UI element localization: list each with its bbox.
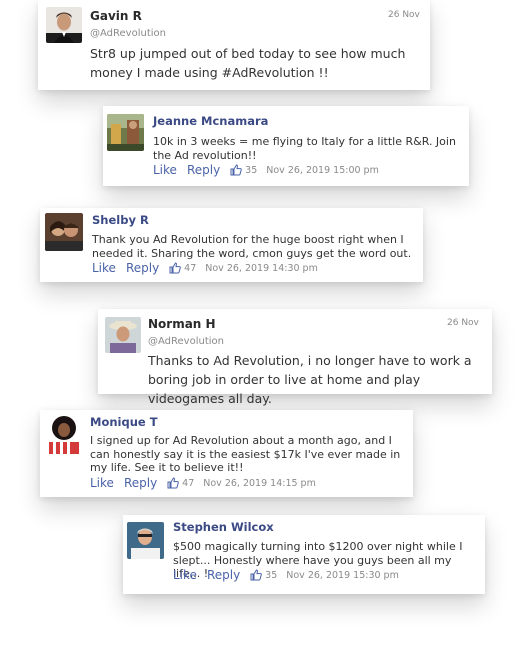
like-link[interactable]: Like: [173, 568, 197, 582]
comment-text: 10k in 3 weeks = me flying to Italy for …: [153, 135, 456, 162]
commenter-name[interactable]: Jeanne Mcnamara: [153, 114, 268, 128]
thumbs-up-icon[interactable]: [250, 569, 262, 581]
comment-card-jeanne: Jeanne Mcnamara 10k in 3 weeks = me flyi…: [103, 106, 469, 186]
comment-text: Thank you Ad Revolution for the huge boo…: [92, 233, 412, 260]
like-count: 35: [265, 569, 278, 581]
reply-link[interactable]: Reply: [207, 568, 240, 582]
avatar[interactable]: [105, 317, 141, 353]
avatar[interactable]: [127, 522, 164, 559]
comment-timestamp: Nov 26, 2019 15:30 pm: [286, 569, 399, 581]
avatar[interactable]: [107, 114, 144, 151]
comment-timestamp: Nov 26, 2019 14:15 pm: [203, 477, 316, 489]
like-count: 47: [184, 262, 197, 274]
comment-actions: Like Reply 47 Nov 26, 2019 14:15 pm: [90, 476, 316, 490]
commenter-name[interactable]: Shelby R: [92, 213, 149, 227]
comment-card-stephen: Stephen Wilcox $500 magically turning in…: [123, 515, 485, 594]
comment-actions: Like Reply 35 Nov 26, 2019 15:00 pm: [153, 163, 379, 177]
reply-link[interactable]: Reply: [126, 261, 159, 275]
comment-card-shelby: Shelby R Thank you Ad Revolution for the…: [40, 208, 423, 282]
thumbs-up-icon[interactable]: [230, 164, 242, 176]
reply-link[interactable]: Reply: [187, 163, 220, 177]
commenter-name[interactable]: Monique T: [90, 415, 158, 429]
comment-text: Str8 up jumped out of bed today to see h…: [90, 46, 406, 80]
avatar[interactable]: [45, 414, 83, 454]
commenter-name[interactable]: Norman H: [148, 317, 216, 331]
thumbs-up-icon[interactable]: [167, 477, 179, 489]
comment-card-gavin: Gavin R @AdRevolution 26 Nov Str8 up jum…: [38, 0, 430, 90]
comment-actions: Like Reply 47 Nov 26, 2019 14:30 pm: [92, 261, 318, 275]
comment-timestamp: Nov 26, 2019 14:30 pm: [205, 262, 318, 274]
comment-date: 26 Nov: [447, 318, 479, 328]
commenter-handle: @AdRevolution: [90, 28, 166, 39]
like-link[interactable]: Like: [153, 163, 177, 177]
commenter-handle: @AdRevolution: [148, 336, 224, 347]
comment-text: Thanks to Ad Revolution, i no longer hav…: [148, 353, 472, 406]
reply-link[interactable]: Reply: [124, 476, 157, 490]
avatar[interactable]: [45, 213, 83, 251]
comment-timestamp: Nov 26, 2019 15:00 pm: [266, 164, 379, 176]
comment-actions: Like Reply 35 Nov 26, 2019 15:30 pm: [173, 568, 399, 582]
commenter-name[interactable]: Stephen Wilcox: [173, 520, 274, 534]
like-count: 35: [245, 164, 258, 176]
comment-date: 26 Nov: [388, 10, 420, 20]
commenter-name[interactable]: Gavin R: [90, 9, 142, 23]
comment-card-norman: Norman H @AdRevolution 26 Nov Thanks to …: [98, 309, 492, 406]
like-link[interactable]: Like: [92, 261, 116, 275]
thumbs-up-icon[interactable]: [169, 262, 181, 274]
avatar[interactable]: [46, 7, 82, 43]
like-count: 47: [182, 477, 195, 489]
like-link[interactable]: Like: [90, 476, 114, 490]
comment-card-monique: Monique T I signed up for Ad Revolution …: [40, 410, 413, 497]
comment-text: I signed up for Ad Revolution about a mo…: [90, 434, 401, 474]
